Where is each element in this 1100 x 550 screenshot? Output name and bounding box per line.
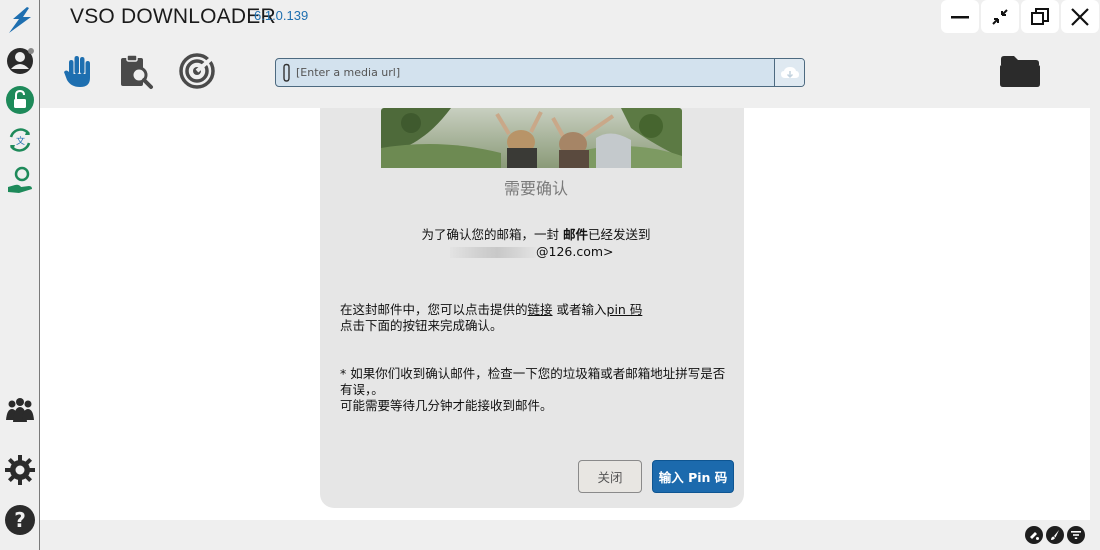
instructions-part-b: 或者输入 — [552, 302, 607, 317]
minimize-icon — [951, 15, 969, 18]
email-redaction — [450, 247, 536, 258]
community-icon[interactable] — [4, 394, 36, 426]
email-domain: @126.com> — [536, 244, 614, 259]
instructions-part-c: 点击下面的按钮来完成确认。 — [340, 318, 503, 333]
unlock-icon[interactable] — [4, 84, 36, 116]
svg-text:文: 文 — [16, 135, 25, 147]
paint-icon[interactable] — [1025, 526, 1043, 544]
note-text: * 如果你们收到确认邮件，检查一下您的垃圾箱或者邮箱地址拼写是否有误，。 可能需… — [340, 366, 736, 414]
cloud-download-icon — [780, 66, 799, 78]
stop-hand-icon — [64, 56, 90, 87]
pin-code-text: pin 码 — [606, 302, 643, 317]
dialog-title: 需要确认 — [503, 179, 568, 198]
account-icon[interactable] — [4, 44, 36, 76]
message-suffix: 已经发送到 — [588, 227, 651, 242]
folder-icon — [1000, 56, 1040, 87]
record-icon — [179, 53, 215, 89]
collapse-button[interactable] — [981, 0, 1019, 33]
note-line-1: * 如果你们收到确认邮件，检查一下您的垃圾箱或者邮箱地址拼写是否有误，。 — [340, 366, 726, 397]
close-button[interactable]: 关闭 — [578, 460, 642, 493]
help-icon[interactable]: ? — [4, 504, 36, 536]
restore-icon — [1031, 7, 1049, 25]
note-line-2: 可能需要等待几分钟才能接收到邮件。 — [340, 398, 553, 413]
instructions-text: 在这封邮件中，您可以点击提供的链接 或者输入pin 码 点击下面的按钮来完成确认… — [340, 302, 736, 334]
close-window-button[interactable] — [1061, 0, 1099, 33]
url-bar — [275, 58, 805, 87]
confirmation-message: 为了确认您的邮箱，一封 邮件已经发送到 — [320, 226, 752, 243]
paperclip-icon — [283, 63, 290, 82]
collapse-icon — [992, 8, 1008, 25]
confirmation-dialog: 需要确认 为了确认您的邮箱，一封 邮件已经发送到 @126.com> 在这封邮件… — [320, 108, 744, 508]
minimize-button[interactable] — [941, 0, 979, 33]
app-title: VSO DOWNLOADER — [70, 5, 276, 28]
message-prefix: 为了确认您的邮箱，一封 — [421, 227, 559, 242]
open-folder-button[interactable] — [998, 52, 1042, 90]
enter-pin-button[interactable]: 输入 Pin 码 — [652, 460, 734, 493]
message-bold-word: 邮件 — [562, 227, 588, 242]
filter-icon[interactable] — [1067, 526, 1085, 544]
clipboard-search-button[interactable] — [117, 50, 157, 92]
brush-icon[interactable] — [1046, 526, 1064, 544]
svg-text:?: ? — [14, 508, 26, 532]
media-url-input[interactable] — [294, 59, 774, 86]
instructions-part-a: 在这封邮件中，您可以点击提供的 — [340, 302, 528, 317]
sidebar: 文 ? — [0, 0, 40, 550]
translate-refresh-icon[interactable]: 文 — [4, 124, 36, 156]
masked-email: @126.com> — [450, 243, 620, 260]
settings-icon[interactable] — [4, 454, 36, 486]
clipboard-search-icon — [121, 54, 153, 89]
stop-hand-button[interactable] — [59, 50, 99, 92]
link-text: 链接 — [527, 302, 553, 317]
app-version: 6.1.0.139 — [254, 8, 309, 23]
app-window: 文 ? VSO DOWNLOADER 6.1.0.139 [Enter a me… — [0, 0, 1100, 550]
close-icon — [1071, 7, 1089, 26]
downloads-arrow-icon[interactable] — [4, 4, 36, 36]
restore-button[interactable] — [1021, 0, 1059, 33]
donate-hand-icon[interactable] — [4, 164, 36, 196]
hero-image — [381, 108, 682, 168]
record-button[interactable] — [177, 50, 217, 92]
url-download-button[interactable] — [774, 59, 804, 86]
